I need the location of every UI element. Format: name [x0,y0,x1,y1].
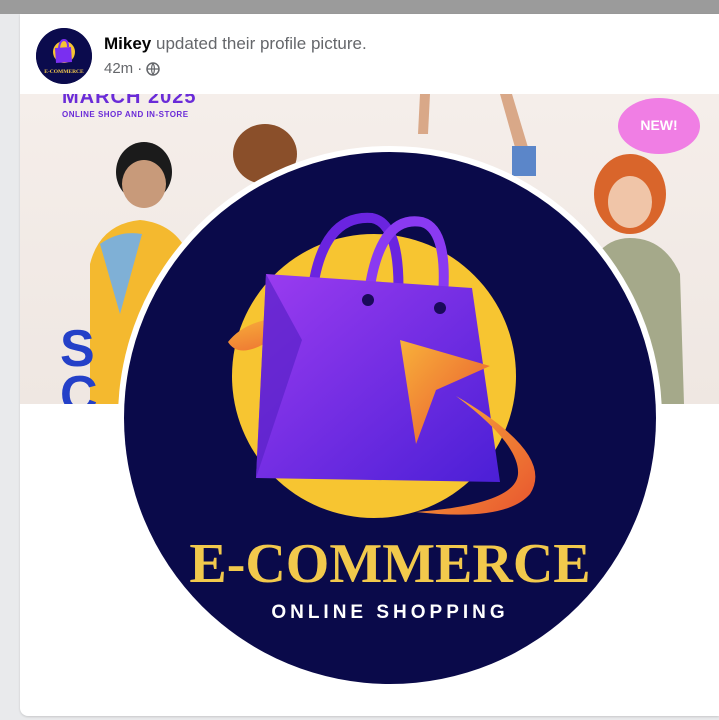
cover-title: MARCH 2025 [62,94,197,108]
post-header: E-COMMERCE Mikey updated their profile p… [20,14,719,94]
post-time[interactable]: 42m [104,60,133,77]
cover-subtitle: ONLINE SHOP AND IN-STORE [62,110,189,119]
post-card: E-COMMERCE Mikey updated their profile p… [20,14,719,716]
logo-title: E-COMMERCE [189,533,590,595]
post-author-line: Mikey updated their profile picture. [104,34,367,54]
cover-letter-2: C [60,366,98,404]
shopping-bag-icon [256,274,500,482]
top-bar [0,0,719,14]
avatar-logo-text: E-COMMERCE [44,69,84,75]
profile-picture[interactable]: E-COMMERCE ONLINE SHOPPING [116,144,664,692]
cover-partial-letters: S C [60,323,98,404]
avatar-logo-icon: E-COMMERCE [36,28,92,84]
post-meta: 42m · [104,60,160,77]
post-action-text: updated their profile picture. [155,34,367,53]
ecommerce-logo: E-COMMERCE ONLINE SHOPPING [118,146,662,690]
author-avatar[interactable]: E-COMMERCE [36,28,92,84]
logo-subtitle: ONLINE SHOPPING [271,602,508,623]
meta-separator: · [137,60,143,77]
author-name[interactable]: Mikey [104,34,151,53]
globe-icon[interactable] [146,61,160,76]
